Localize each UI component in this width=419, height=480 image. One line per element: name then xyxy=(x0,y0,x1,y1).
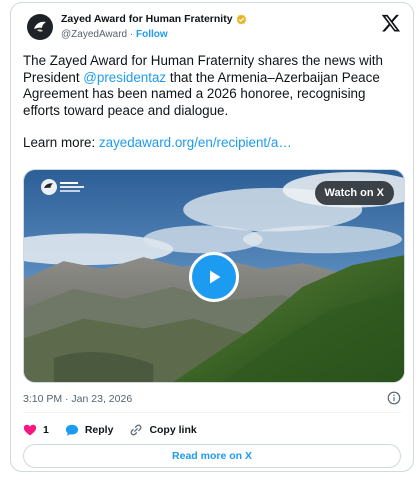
mention-link[interactable]: @presidentaz xyxy=(83,70,166,85)
play-button[interactable] xyxy=(189,252,239,302)
follow-button[interactable]: Follow xyxy=(136,29,168,40)
read-more-button[interactable]: Read more on X xyxy=(23,444,401,468)
copy-link-button[interactable]: Copy link xyxy=(129,423,197,437)
tweet-header: Zayed Award for Human Fraternity @ZayedA… xyxy=(23,11,401,47)
tweet-body: The Zayed Award for Human Fraternity sha… xyxy=(23,53,405,119)
learn-more-line: Learn more: zayedaward.org/en/recipient/… xyxy=(23,135,405,152)
x-logo-icon[interactable] xyxy=(381,13,401,33)
handle[interactable]: @ZayedAward xyxy=(61,29,127,40)
display-name[interactable]: Zayed Award for Human Fraternity xyxy=(61,13,233,25)
reply-bubble-icon xyxy=(65,424,78,436)
tweet-text: The Zayed Award for Human Fraternity sha… xyxy=(23,53,405,152)
avatar[interactable] xyxy=(27,14,53,40)
watch-on-x-button[interactable]: Watch on X xyxy=(314,181,394,205)
heart-icon xyxy=(23,424,37,436)
handle-row: @ZayedAward · Follow xyxy=(61,29,168,40)
copy-link-label: Copy link xyxy=(149,424,197,436)
handle-separator: · xyxy=(127,29,136,40)
like-button[interactable]: 1 xyxy=(23,423,49,437)
learn-more-label: Learn more: xyxy=(23,135,99,150)
timestamp[interactable]: 3:10 PM · Jan 23, 2026 xyxy=(23,393,132,405)
reply-button[interactable]: Reply xyxy=(65,423,114,437)
tweet-card[interactable]: Zayed Award for Human Fraternity @ZayedA… xyxy=(10,2,414,472)
reply-label: Reply xyxy=(84,424,114,436)
learn-more-link[interactable]: zayedaward.org/en/recipient/a… xyxy=(99,135,292,150)
like-count: 1 xyxy=(43,424,49,436)
link-icon xyxy=(130,424,142,436)
media-award-logo xyxy=(41,179,84,195)
divider xyxy=(23,412,401,413)
video-media[interactable]: Watch on X xyxy=(23,169,405,383)
dove-logo-icon xyxy=(34,21,46,32)
play-icon xyxy=(210,270,221,284)
name-row: Zayed Award for Human Fraternity xyxy=(61,13,247,25)
tweet-actions: 1 Reply Copy link xyxy=(23,421,213,439)
info-icon[interactable] xyxy=(387,391,401,405)
verified-badge-icon xyxy=(236,13,246,25)
